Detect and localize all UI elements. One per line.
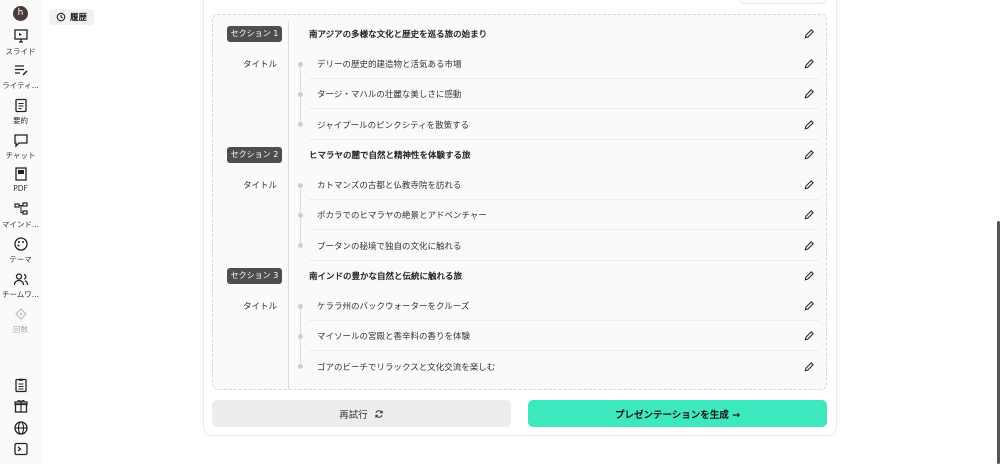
timeline-dot bbox=[298, 213, 303, 218]
item-text: ケララ州のバックウォーターをクルーズ bbox=[317, 301, 470, 312]
item-text: タージ・マハルの壮麗な美しさに感動 bbox=[317, 89, 462, 100]
timeline-dot bbox=[298, 183, 303, 188]
section-badge: セクション 2 bbox=[227, 147, 282, 163]
section-badge: セクション 3 bbox=[227, 268, 282, 284]
item-text: カトマンズの古都と仏教寺院を訪れる bbox=[317, 180, 462, 191]
section-badge: セクション 1 bbox=[227, 26, 282, 42]
pencil-icon[interactable] bbox=[803, 58, 815, 70]
sidebar-item-writing[interactable]: ライティ... bbox=[0, 62, 41, 91]
timeline-dot bbox=[298, 122, 303, 127]
item-text: ゴアのビーチでリラックスと文化交流を楽しむ bbox=[317, 363, 496, 373]
sidebar-item-label: 回数 bbox=[13, 325, 28, 334]
sidebar-item-label: スライド bbox=[5, 47, 36, 56]
list-item[interactable]: デリーの歴史的建造物と活気ある市場 bbox=[309, 49, 819, 79]
pdf-icon bbox=[14, 167, 27, 181]
history-button[interactable]: 履歴 bbox=[49, 9, 95, 25]
mindmap-icon bbox=[13, 202, 28, 215]
timeline-dot bbox=[298, 334, 303, 339]
sidebar-item-team[interactable]: チームワ... bbox=[0, 271, 41, 300]
list-item[interactable]: ジャイプールのピンクシティを散策する bbox=[309, 110, 819, 140]
writing-icon bbox=[14, 65, 28, 76]
item-text: ジャイプールのピンクシティを散策する bbox=[317, 120, 470, 131]
timeline-line bbox=[288, 21, 289, 389]
item-text: マイソールの宮殿と香辛料の香りを体験 bbox=[317, 331, 471, 342]
sidebar-item-label: チャット bbox=[5, 151, 36, 160]
section-heading-row[interactable]: 南インドの豊かな自然と伝統に触れる旅 bbox=[309, 261, 819, 291]
refresh-icon bbox=[375, 409, 383, 418]
clipboard-icon bbox=[14, 98, 27, 113]
title-label: タイトル bbox=[243, 302, 278, 312]
sidebar-bottom-item[interactable] bbox=[0, 377, 41, 393]
pencil-icon[interactable] bbox=[803, 270, 815, 282]
sidebar-item-label: チームワ... bbox=[2, 290, 39, 299]
pencil-icon[interactable] bbox=[803, 149, 815, 161]
section-heading: 南アジアの多様な文化と歴史を巡る旅の始まり bbox=[309, 30, 488, 40]
timeline-dot bbox=[298, 62, 303, 67]
sidebar-item-label: PDF bbox=[13, 184, 28, 193]
sidebar-bottom-item[interactable] bbox=[0, 398, 41, 414]
pencil-icon[interactable] bbox=[803, 28, 815, 40]
generate-label: プレゼンテーションを生成 → bbox=[614, 409, 741, 421]
section-heading-row[interactable]: 南アジアの多様な文化と歴史を巡る旅の始まり bbox=[309, 19, 819, 49]
list-item[interactable]: タージ・マハルの壮麗な美しさに感動 bbox=[309, 79, 819, 109]
item-text: ポカラでのヒマラヤの絶景とアドベンチャー bbox=[317, 210, 487, 221]
sidebar-item-mindmap[interactable]: マインド... bbox=[0, 201, 41, 230]
sidebar-item-label: テーマ bbox=[9, 255, 32, 264]
list-item[interactable]: ブータンの秘境で独自の文化に触れる bbox=[309, 231, 819, 261]
sidebar-item-label: 要約 bbox=[13, 116, 28, 125]
section-heading: ヒマラヤの麓で自然と精神性を体験する旅 bbox=[309, 151, 471, 161]
globe-icon bbox=[13, 421, 28, 435]
list-item[interactable]: マイソールの宮殿と香辛料の香りを体験 bbox=[309, 321, 819, 351]
section-heading: 南インドの豊かな自然と伝統に触れる旅 bbox=[309, 272, 463, 282]
title-label: タイトル bbox=[243, 60, 278, 70]
retry-button[interactable]: 再試行 bbox=[212, 400, 511, 427]
list-item[interactable]: カトマンズの古都と仏教寺院を訪れる bbox=[309, 170, 819, 200]
chat-icon bbox=[13, 134, 28, 148]
sidebar-item-chat[interactable]: チャット bbox=[0, 132, 41, 161]
list-item[interactable]: ポカラでのヒマラヤの絶景とアドベンチャー bbox=[309, 200, 819, 230]
sidebar-bottom-item[interactable] bbox=[0, 441, 41, 457]
credits-icon bbox=[14, 308, 27, 320]
gift-icon bbox=[13, 399, 28, 413]
sidebar-bottom-item[interactable] bbox=[0, 420, 41, 436]
sidebar-item-label: マインド... bbox=[1, 220, 40, 229]
pencil-icon[interactable] bbox=[803, 330, 815, 342]
team-icon bbox=[13, 273, 28, 286]
sidebar-item-pdf[interactable]: PDF bbox=[0, 166, 41, 193]
pencil-icon[interactable] bbox=[803, 361, 815, 373]
presentation-icon bbox=[13, 29, 28, 43]
sidebar-item-slides[interactable]: スライド bbox=[0, 28, 41, 57]
section-heading-row[interactable]: ヒマラヤの麓で自然と精神性を体験する旅 bbox=[309, 140, 819, 170]
pencil-icon[interactable] bbox=[803, 300, 815, 312]
sidebar-item-credits[interactable]: 回数 bbox=[0, 306, 41, 335]
history-label: 履歴 bbox=[70, 13, 88, 23]
pencil-icon[interactable] bbox=[803, 179, 815, 191]
title-label: タイトル bbox=[243, 181, 278, 191]
generate-presentation-button[interactable]: プレゼンテーションを生成 → bbox=[528, 400, 827, 427]
sidebar: h スライド ライティ... 要約 チャット PDF マインド... テーマ チ… bbox=[0, 0, 41, 464]
sidebar-item-theme[interactable]: テーマ bbox=[0, 236, 41, 265]
item-text: デリーの歴史的建造物と活気ある市場 bbox=[317, 59, 462, 70]
palette-icon bbox=[13, 237, 28, 251]
timeline-dot bbox=[298, 243, 303, 248]
list-item[interactable]: ゴアのビーチでリラックスと文化交流を楽しむ bbox=[309, 352, 819, 382]
timeline-dot bbox=[298, 304, 303, 309]
item-text: ブータンの秘境で独自の文化に触れる bbox=[317, 241, 462, 252]
pencil-icon[interactable] bbox=[803, 88, 815, 100]
history-icon bbox=[56, 12, 66, 22]
sidebar-item-label: ライティ... bbox=[2, 81, 39, 90]
list-item[interactable]: ケララ州のバックウォーターをクルーズ bbox=[309, 291, 819, 321]
pencil-icon[interactable] bbox=[803, 119, 815, 131]
timeline-dot bbox=[298, 364, 303, 369]
pencil-icon[interactable] bbox=[803, 209, 815, 221]
terminal-icon bbox=[13, 442, 28, 456]
top-control[interactable] bbox=[739, 0, 827, 4]
clipboard-list-icon bbox=[14, 378, 27, 393]
timeline-dot bbox=[298, 92, 303, 97]
pencil-icon[interactable] bbox=[803, 240, 815, 252]
avatar[interactable]: h bbox=[13, 6, 28, 21]
sidebar-item-summary[interactable]: 要約 bbox=[0, 97, 41, 126]
retry-label: 再試行 bbox=[339, 409, 368, 421]
